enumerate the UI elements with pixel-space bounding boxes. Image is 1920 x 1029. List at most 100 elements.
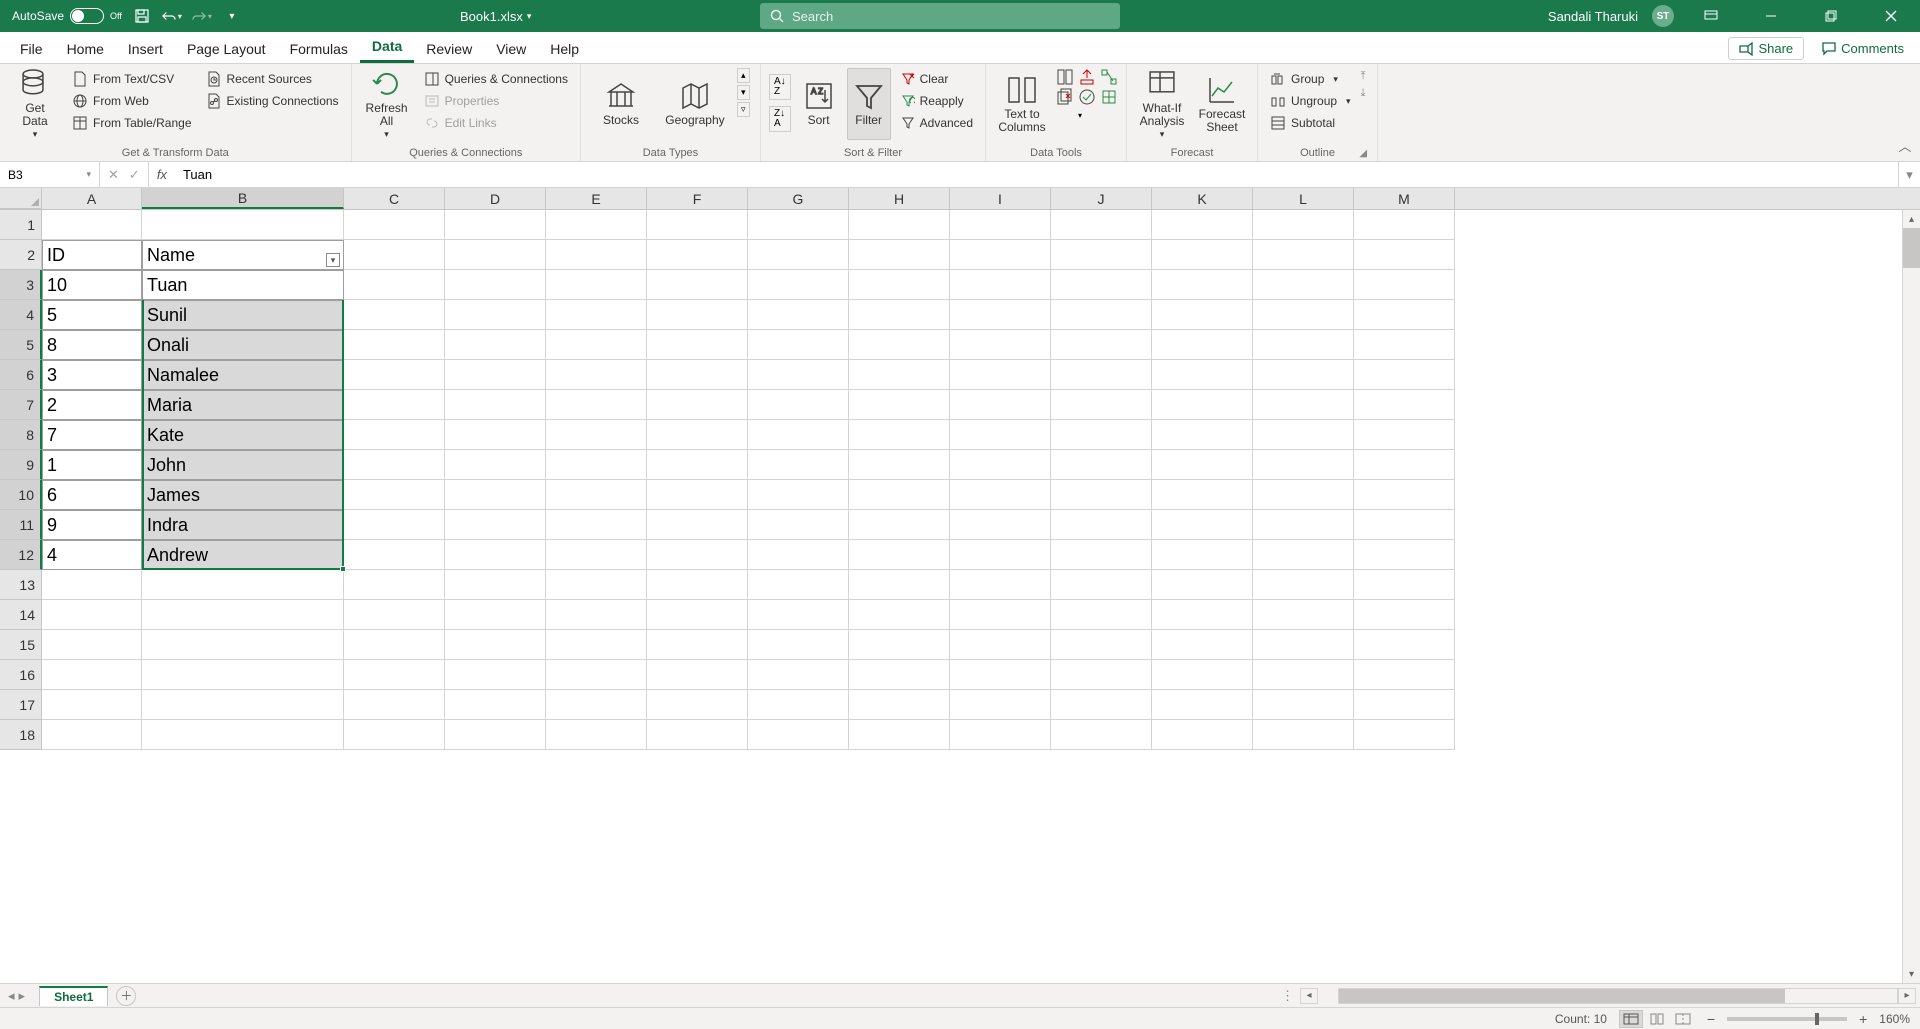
cell-D4[interactable] [445, 300, 546, 330]
cell-C18[interactable] [344, 720, 445, 750]
autosave-toggle[interactable]: AutoSave Off [12, 8, 122, 24]
cell-K10[interactable] [1152, 480, 1253, 510]
cell-K8[interactable] [1152, 420, 1253, 450]
cell-F11[interactable] [647, 510, 748, 540]
data-type-up-icon[interactable]: ▴ [737, 68, 750, 83]
filter-button[interactable]: Filter [847, 68, 891, 140]
cell-L6[interactable] [1253, 360, 1354, 390]
cell-H9[interactable] [849, 450, 950, 480]
cell-B15[interactable] [142, 630, 344, 660]
cell-A6[interactable]: 3 [42, 360, 142, 390]
cell-H15[interactable] [849, 630, 950, 660]
cell-D10[interactable] [445, 480, 546, 510]
document-title[interactable]: Book1.xlsx▾ [460, 9, 531, 24]
advanced-filter-button[interactable]: Advanced [897, 112, 977, 134]
cell-G4[interactable] [748, 300, 849, 330]
cell-B17[interactable] [142, 690, 344, 720]
cell-E8[interactable] [546, 420, 647, 450]
cell-B9[interactable]: John [142, 450, 344, 480]
cell-M12[interactable] [1354, 540, 1455, 570]
cell-K7[interactable] [1152, 390, 1253, 420]
cell-E16[interactable] [546, 660, 647, 690]
cell-L2[interactable] [1253, 240, 1354, 270]
manage-data-model-icon[interactable] [1100, 88, 1118, 121]
cell-D13[interactable] [445, 570, 546, 600]
cell-L10[interactable] [1253, 480, 1354, 510]
fx-icon[interactable]: fx [149, 162, 175, 187]
column-header-M[interactable]: M [1354, 188, 1455, 209]
cell-D8[interactable] [445, 420, 546, 450]
user-avatar[interactable]: ST [1652, 5, 1674, 27]
cell-E13[interactable] [546, 570, 647, 600]
cell-J7[interactable] [1051, 390, 1152, 420]
sheet-nav-next-icon[interactable]: ▸ [19, 988, 26, 1004]
cell-B10[interactable]: James [142, 480, 344, 510]
tab-file[interactable]: File [8, 35, 55, 63]
cell-E1[interactable] [546, 210, 647, 240]
from-web-button[interactable]: From Web [68, 90, 196, 112]
row-header-16[interactable]: 16 [0, 660, 42, 690]
ribbon-display-icon[interactable] [1688, 0, 1734, 32]
from-table-range-button[interactable]: From Table/Range [68, 112, 196, 134]
cell-F6[interactable] [647, 360, 748, 390]
cell-J8[interactable] [1051, 420, 1152, 450]
hide-detail-icon[interactable]: ⤓ [1361, 87, 1366, 100]
cell-M4[interactable] [1354, 300, 1455, 330]
cell-K14[interactable] [1152, 600, 1253, 630]
cell-G2[interactable] [748, 240, 849, 270]
cell-C10[interactable] [344, 480, 445, 510]
cell-L4[interactable] [1253, 300, 1354, 330]
column-header-H[interactable]: H [849, 188, 950, 209]
cell-G16[interactable] [748, 660, 849, 690]
row-header-5[interactable]: 5 [0, 330, 42, 360]
view-normal-icon[interactable] [1619, 1010, 1643, 1028]
scroll-down-icon[interactable]: ▾ [1903, 965, 1920, 983]
cell-M5[interactable] [1354, 330, 1455, 360]
cell-E11[interactable] [546, 510, 647, 540]
cell-K12[interactable] [1152, 540, 1253, 570]
row-header-9[interactable]: 9 [0, 450, 42, 480]
cell-K11[interactable] [1152, 510, 1253, 540]
cell-C17[interactable] [344, 690, 445, 720]
consolidate-icon[interactable] [1078, 68, 1096, 86]
cell-I16[interactable] [950, 660, 1051, 690]
row-header-13[interactable]: 13 [0, 570, 42, 600]
row-header-7[interactable]: 7 [0, 390, 42, 420]
sort-za-button[interactable]: Z↓A [769, 106, 791, 132]
cell-C1[interactable] [344, 210, 445, 240]
cell-K18[interactable] [1152, 720, 1253, 750]
user-name[interactable]: Sandali Tharuki [1548, 9, 1638, 24]
cell-J15[interactable] [1051, 630, 1152, 660]
maximize-icon[interactable] [1808, 0, 1854, 32]
cell-K15[interactable] [1152, 630, 1253, 660]
cell-J4[interactable] [1051, 300, 1152, 330]
cell-F10[interactable] [647, 480, 748, 510]
row-header-1[interactable]: 1 [0, 210, 42, 240]
cell-C8[interactable] [344, 420, 445, 450]
cell-G13[interactable] [748, 570, 849, 600]
cell-D15[interactable] [445, 630, 546, 660]
cell-L18[interactable] [1253, 720, 1354, 750]
cell-K13[interactable] [1152, 570, 1253, 600]
cell-D12[interactable] [445, 540, 546, 570]
save-icon[interactable] [132, 6, 152, 26]
row-header-10[interactable]: 10 [0, 480, 42, 510]
cell-J9[interactable] [1051, 450, 1152, 480]
geography-button[interactable]: Geography [659, 68, 731, 140]
undo-icon[interactable]: ▾ [162, 6, 182, 26]
cell-L14[interactable] [1253, 600, 1354, 630]
cell-D2[interactable] [445, 240, 546, 270]
cell-E5[interactable] [546, 330, 647, 360]
sheet-nav-prev-icon[interactable]: ◂ [8, 988, 15, 1004]
cell-M6[interactable] [1354, 360, 1455, 390]
cell-H11[interactable] [849, 510, 950, 540]
cell-D9[interactable] [445, 450, 546, 480]
cell-J13[interactable] [1051, 570, 1152, 600]
cell-D18[interactable] [445, 720, 546, 750]
row-header-8[interactable]: 8 [0, 420, 42, 450]
cell-E6[interactable] [546, 360, 647, 390]
cell-I6[interactable] [950, 360, 1051, 390]
cell-F14[interactable] [647, 600, 748, 630]
cell-B5[interactable]: Onali [142, 330, 344, 360]
cell-H10[interactable] [849, 480, 950, 510]
